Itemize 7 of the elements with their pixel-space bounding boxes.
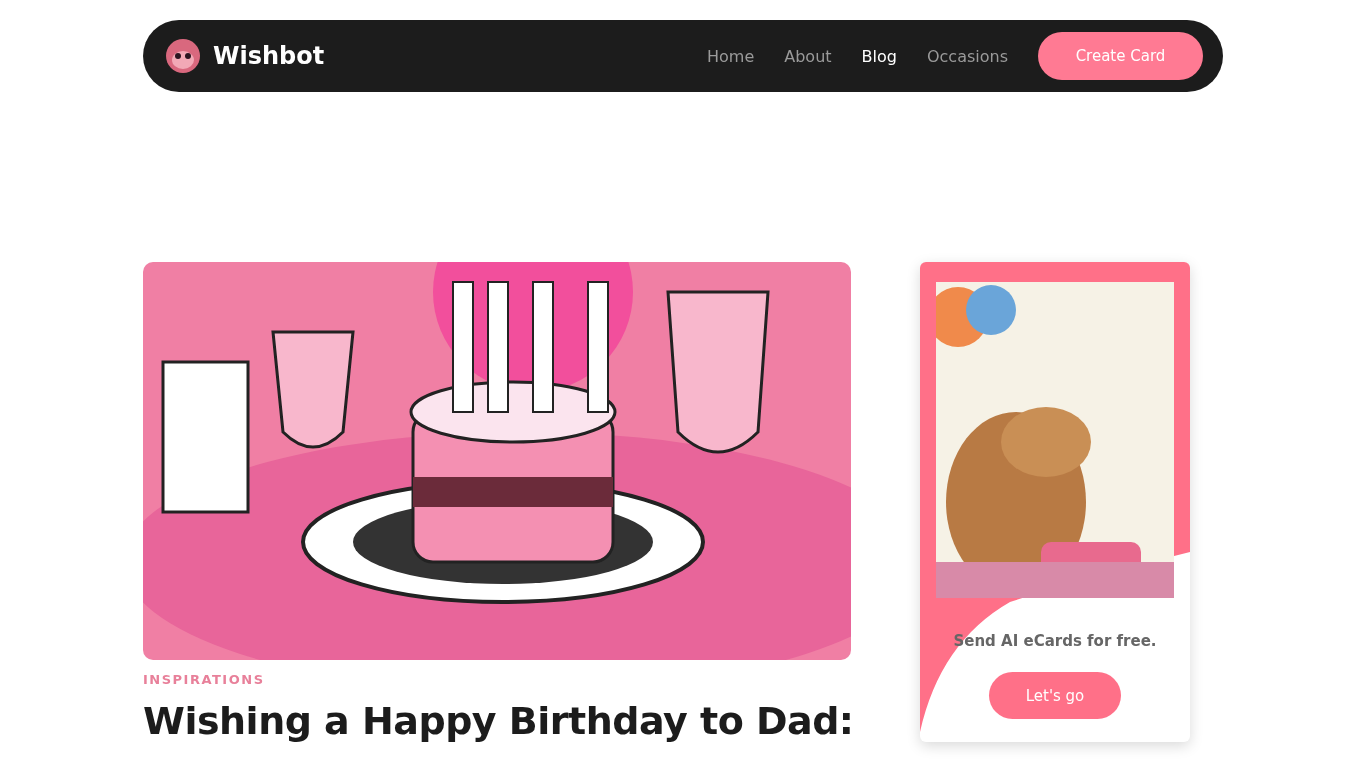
- nav-link[interactable]: Occasions: [926, 46, 1008, 66]
- nav-link[interactable]: Blog: [861, 46, 897, 66]
- nav-link[interactable]: Home: [707, 46, 755, 66]
- mascot-logo-icon: [163, 38, 203, 74]
- nav-link[interactable]: About: [784, 46, 832, 66]
- brand-name: Wishbot: [213, 42, 325, 70]
- article-title: Wishing a Happy Birthday to Dad:: [143, 699, 851, 743]
